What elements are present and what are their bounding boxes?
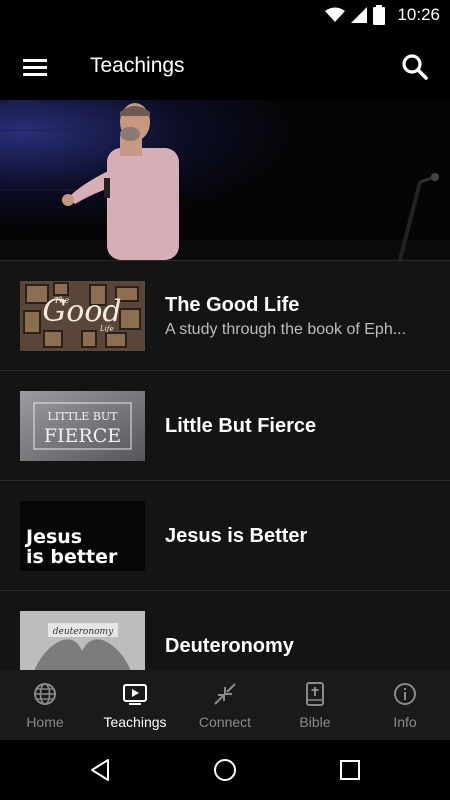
teaching-title: Deuteronomy (165, 635, 294, 657)
teaching-title: The Good Life (165, 294, 300, 316)
teaching-row-the-good-life[interactable]: Good The Life The Good Life A study thro… (0, 260, 450, 370)
svg-text:is better: is better (26, 546, 118, 568)
teaching-thumbnail-deuteronomy: deuteronomy (20, 611, 145, 670)
svg-text:deuteronomy: deuteronomy (53, 627, 114, 637)
nav-label: Teachings (103, 714, 167, 730)
globe-icon (34, 683, 56, 705)
nav-info[interactable]: Info (360, 670, 450, 740)
recents-icon[interactable] (338, 758, 362, 782)
bottom-navigation: Home Teachings Connect Bible Info (0, 670, 450, 740)
nav-bible[interactable]: Bible (270, 670, 360, 740)
page-title: Teachings (90, 54, 185, 77)
collapse-arrows-icon (214, 683, 236, 705)
svg-text:LITTLE BUT: LITTLE BUT (47, 410, 118, 423)
nav-label: Home (26, 714, 64, 730)
teaching-title: Jesus is Better (165, 525, 308, 547)
nav-label: Bible (299, 714, 331, 730)
search-icon[interactable] (400, 52, 430, 82)
hero-image (0, 100, 450, 260)
teaching-thumbnail-little-but-fierce: LITTLE BUT FIERCE (20, 391, 145, 461)
nav-teachings[interactable]: Teachings (90, 670, 180, 740)
home-icon[interactable] (213, 758, 237, 782)
back-icon[interactable] (88, 758, 112, 782)
nav-connect[interactable]: Connect (180, 670, 270, 740)
nav-label: Connect (198, 714, 252, 730)
teaching-thumbnail-good-life: Good The Life (20, 281, 145, 351)
svg-text:FIERCE: FIERCE (44, 425, 121, 447)
system-navigation-bar (0, 740, 450, 800)
svg-text:The: The (54, 296, 69, 305)
svg-text:Jesus: Jesus (24, 526, 82, 548)
app-bar: Teachings (0, 32, 450, 100)
status-icons: 10:26 (325, 5, 440, 25)
teaching-row-deuteronomy[interactable]: deuteronomy Deuteronomy (0, 590, 450, 670)
teaching-subtitle: A study through the book of Eph... (165, 321, 407, 338)
battery-icon (373, 5, 386, 25)
hamburger-menu-icon[interactable] (20, 52, 50, 82)
nav-label: Info (393, 714, 417, 730)
nav-home[interactable]: Home (0, 670, 90, 740)
status-time: 10:26 (397, 5, 440, 24)
cell-signal-icon (351, 7, 368, 23)
info-icon (394, 683, 416, 705)
teachings-list: Good The Life The Good Life A study thro… (0, 260, 450, 670)
teaching-title: Little But Fierce (165, 415, 317, 437)
teaching-thumbnail-jesus-is-better: Jesus is better (20, 501, 145, 571)
teaching-row-jesus-is-better[interactable]: Jesus is better Jesus is Better (0, 480, 450, 590)
teaching-row-little-but-fierce[interactable]: LITTLE BUT FIERCE Little But Fierce (0, 370, 450, 480)
wifi-icon (325, 7, 346, 22)
bible-icon (306, 682, 324, 706)
svg-text:Life: Life (99, 325, 114, 333)
tv-icon (123, 684, 147, 705)
status-bar: 10:26 (0, 0, 450, 32)
